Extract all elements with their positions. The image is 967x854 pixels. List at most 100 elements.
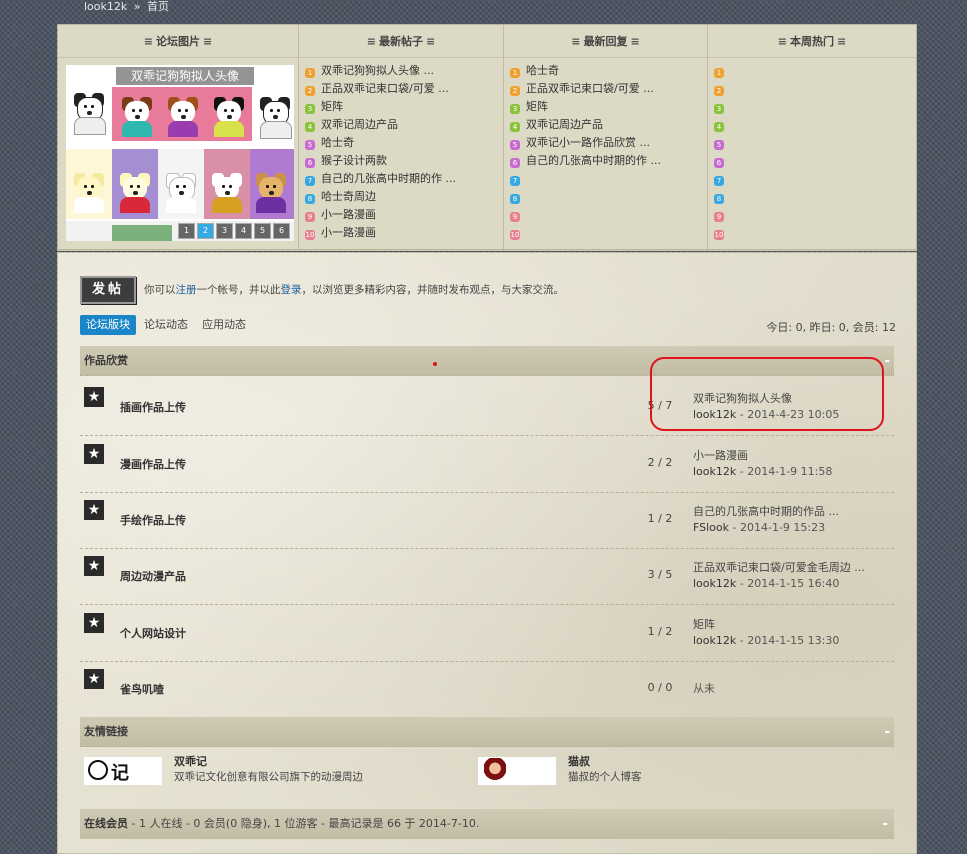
last-post-user[interactable]: look12k xyxy=(693,634,736,647)
last-post-time: 2014-1-15 13:30 xyxy=(747,634,840,647)
list-item[interactable]: 6 自己的几张高中时期的作 ... xyxy=(510,152,707,170)
list-item[interactable]: 3 矩阵 xyxy=(305,98,503,116)
new-post-button[interactable]: 发帖 xyxy=(80,276,136,304)
list-item[interactable]: 7 自己的几张高中时期的作 ... xyxy=(305,170,503,188)
last-post-title[interactable]: 正品双乖记束口袋/可爱金毛周边 ... xyxy=(693,560,865,576)
forum-name[interactable]: 个人网站设计 xyxy=(120,625,186,641)
list-item: 7 xyxy=(714,170,916,188)
last-post-user[interactable]: look12k xyxy=(693,577,736,590)
tab-forum-activity[interactable]: 论坛动态 xyxy=(138,315,194,335)
list-item[interactable]: 2 正品双乖记束口袋/可爱 ... xyxy=(510,80,707,98)
list-item[interactable]: 10 小一路漫画 xyxy=(305,224,503,242)
collapse-icon[interactable]: - xyxy=(884,346,890,376)
gallery-page-3[interactable]: 3 xyxy=(216,223,233,239)
list-item[interactable]: 6 猴子设计两款 xyxy=(305,152,503,170)
list-item: 10 xyxy=(714,230,724,240)
gallery-page-6[interactable]: 6 xyxy=(273,223,290,239)
dog-illustration xyxy=(68,169,110,213)
breadcrumb-site[interactable]: look12k xyxy=(84,0,127,13)
forum-count: 0 / 0 xyxy=(647,681,673,694)
star-icon: ★ xyxy=(84,500,104,520)
last-post-title[interactable]: 小一路漫画 xyxy=(693,448,832,464)
forum-last-post: 正品双乖记束口袋/可爱金毛周边 ... look12k - 2014-1-15 … xyxy=(693,560,865,590)
list-item: 8 xyxy=(714,188,916,206)
forum-name[interactable]: 周边动漫产品 xyxy=(120,568,186,584)
list-item[interactable]: 1 哈士奇 xyxy=(510,62,707,80)
last-post-title[interactable]: 矩阵 xyxy=(693,617,839,633)
forum-count: 1 / 2 xyxy=(647,625,673,638)
last-post-title[interactable]: 双乖记狗狗拟人头像 xyxy=(693,391,839,407)
forum-name[interactable]: 雀鸟叽喳 xyxy=(120,681,164,697)
list-item: 9 xyxy=(510,206,707,224)
gallery-page-5[interactable]: 5 xyxy=(254,223,271,239)
collapse-icon[interactable]: - xyxy=(882,809,888,839)
breadcrumb: look12k » 首页 xyxy=(84,0,172,14)
forum-row: ★ 漫画作品上传 2 / 2 小一路漫画 look12k - 2014-1-9 … xyxy=(80,436,894,493)
gallery-page-1[interactable]: 1 xyxy=(178,223,195,239)
forum-last-post: 从未 xyxy=(693,681,715,697)
list-item[interactable]: 3 矩阵 xyxy=(510,98,707,116)
forum-tabs: 论坛版块 论坛动态 应用动态 xyxy=(80,315,254,335)
list-item[interactable]: 4 双乖记周边产品 xyxy=(510,116,707,134)
list-item[interactable]: 1 双乖记狗狗拟人头像 ... xyxy=(305,62,503,80)
login-link[interactable]: 登录 xyxy=(281,284,302,296)
list-item: 2 xyxy=(714,80,916,98)
dog-illustration xyxy=(250,169,292,213)
forum-name[interactable]: 手绘作品上传 xyxy=(120,512,186,528)
gallery-pager: 1 2 3 4 5 6 xyxy=(178,223,290,239)
list-item[interactable]: 2 正品双乖记束口袋/可爱 ... xyxy=(305,80,503,98)
last-post-user[interactable]: look12k xyxy=(693,465,736,478)
friend-links: 记 双乖记 双乖记文化创意有限公司旗下的动漫周边 猫叔 猫叔的个人博客 xyxy=(80,749,894,789)
gallery-page-4[interactable]: 4 xyxy=(235,223,252,239)
list-item[interactable]: 4 双乖记周边产品 xyxy=(305,116,503,134)
list-item[interactable]: 8 哈士奇周边 xyxy=(305,188,503,206)
tab-forum-boards[interactable]: 论坛版块 xyxy=(80,315,136,335)
gallery-page-2[interactable]: 2 xyxy=(197,223,214,239)
list-item[interactable]: 5 双乖记小一路作品欣赏 ... xyxy=(510,134,707,152)
register-link[interactable]: 注册 xyxy=(176,284,197,296)
last-post-time: 2014-1-15 16:40 xyxy=(747,577,840,590)
collapse-icon[interactable]: - xyxy=(884,717,890,747)
dog-illustration xyxy=(208,93,250,137)
section-header-works: 作品欣赏 - xyxy=(80,346,894,376)
breadcrumb-separator: » xyxy=(133,0,141,13)
portal-col-latest-replies: ≡ 最新回复 ≡ 1 哈士奇 2 正品双乖记束口袋/可爱 ... 3 矩阵 4 双乖记周边产… xyxy=(504,25,708,249)
star-icon: ★ xyxy=(84,613,104,633)
dog-illustration xyxy=(254,93,294,139)
logo-circle-icon xyxy=(88,760,108,780)
guest-intro: 你可以注册一个帐号，并以此登录，以浏览更多精彩内容，并随时发布观点，与大家交流。 xyxy=(144,284,564,296)
list-item: 4 xyxy=(714,116,916,134)
list-item[interactable]: 5 哈士奇 xyxy=(305,134,503,152)
dog-illustration xyxy=(162,93,204,137)
last-post-user[interactable]: FSlook xyxy=(693,521,729,534)
online-label[interactable]: 在线会员 xyxy=(84,817,128,830)
last-post-title[interactable]: 自己的几张高中时期的作品 ... xyxy=(693,504,839,520)
last-post-user[interactable]: look12k xyxy=(693,408,736,421)
link-name[interactable]: 猫叔 xyxy=(568,753,590,769)
weekly-hot-list: 1 2 3 4 5 6 7 8 9 10 xyxy=(708,58,916,242)
tab-app-activity[interactable]: 应用动态 xyxy=(196,315,252,335)
portal-col-latest-posts: ≡ 最新帖子 ≡ 1 双乖记狗狗拟人头像 ... 2 正品双乖记束口袋/可爱 ... 3… xyxy=(299,25,504,249)
star-icon: ★ xyxy=(84,669,104,689)
forum-last-post: 双乖记狗狗拟人头像 look12k - 2014-4-23 10:05 xyxy=(693,391,840,421)
list-item[interactable]: 9 小一路漫画 xyxy=(305,206,503,224)
forum-main: 发帖 你可以注册一个帐号，并以此登录，以浏览更多精彩内容，并随时发布观点，与大家… xyxy=(57,252,917,854)
link-name[interactable]: 双乖记 xyxy=(174,753,207,769)
gallery-caption[interactable]: 双乖记狗狗拟人头像 xyxy=(116,67,254,85)
forum-name[interactable]: 漫画作品上传 xyxy=(120,456,186,472)
gallery-panel xyxy=(112,225,172,241)
link-logo[interactable]: 记 xyxy=(84,757,162,785)
image-gallery[interactable]: 双乖记狗狗拟人头像 1 2 3 4 5 6 xyxy=(66,65,294,241)
breadcrumb-current[interactable]: 首页 xyxy=(147,0,169,13)
forum-count: 2 / 2 xyxy=(647,456,673,469)
dog-illustration xyxy=(206,169,248,213)
link-logo[interactable] xyxy=(478,757,556,785)
forum-last-post: 自己的几张高中时期的作品 ... FSlook - 2014-1-9 15:23 xyxy=(693,504,839,534)
forum-row: ★ 雀鸟叽喳 0 / 0 从未 xyxy=(80,661,894,717)
last-post-title: 从未 xyxy=(693,682,715,695)
online-members-bar: 在线会员 - 1 人在线 - 0 会员(0 隐身), 1 位游客 - 最高记录是… xyxy=(80,809,894,839)
portal-col-head: ≡ 最新帖子 ≡ xyxy=(299,25,503,58)
portal-col-head: ≡ 本周热门 ≡ xyxy=(708,25,916,58)
star-icon: ★ xyxy=(84,444,104,464)
forum-name[interactable]: 插画作品上传 xyxy=(120,399,186,415)
